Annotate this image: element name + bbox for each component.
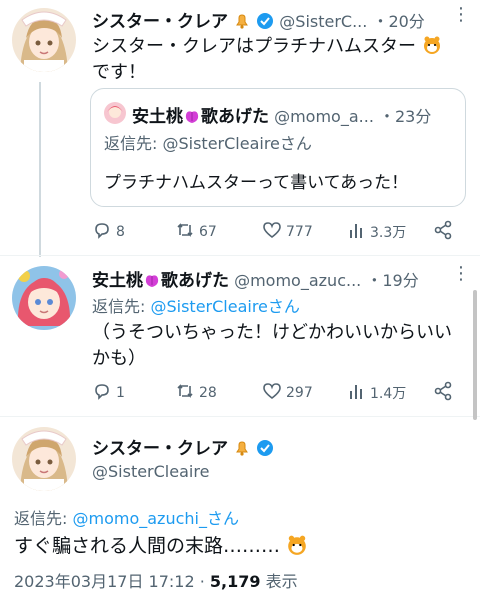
views-icon [348, 381, 370, 405]
quote-handle: @momo_a... [274, 107, 374, 126]
tweet3-timestamp[interactable]: 2023年03月17日 17:12 · [14, 572, 210, 591]
tweet3-meta: 2023年03月17日 17:12 · 5,179 表示 [14, 568, 298, 592]
like-icon [262, 381, 286, 405]
views-count: 3.3万 [370, 225, 407, 241]
thread-line [39, 82, 41, 257]
avatar-sister-claire[interactable] [12, 427, 76, 491]
tweet2-text-line1: （うそついちゃった！けどかわいいからいい [92, 322, 452, 343]
reply-icon [92, 381, 116, 405]
quote-reply-suffix: さん [279, 134, 312, 153]
tweet3-text: すぐ騙される人間の末路……… [14, 531, 308, 558]
peach-emoji-icon [143, 271, 161, 290]
tweet1-header: シスター・クレア @SisterC... ・20分 [92, 7, 425, 32]
tweet2-time[interactable]: ・19分 [366, 271, 418, 290]
tweet2-reply-prefix: 返信先: [92, 297, 151, 316]
quote-time: ・23分 [379, 107, 432, 126]
share-button[interactable] [433, 381, 457, 405]
bell-icon [233, 12, 256, 31]
tweet3-reply-to-link[interactable]: @momo_azuchi_さん [72, 509, 238, 528]
peach-emoji-icon [183, 107, 201, 126]
share-icon [433, 220, 457, 244]
views-button[interactable]: 3.3万 [348, 220, 406, 244]
share-icon [433, 381, 457, 405]
tweet2-handle[interactable]: @momo_azuc... [234, 271, 361, 290]
views-icon [348, 220, 370, 244]
tweet2-header: 安土桃 歌あげた @momo_azuc... ・19分 [92, 266, 419, 291]
divider [0, 416, 480, 417]
tweet1-author-name[interactable]: シスター・クレア [92, 12, 228, 32]
retweet-icon [175, 220, 199, 244]
more-icon[interactable]: ⋮ [452, 4, 471, 25]
views-button[interactable]: 1.4万 [348, 381, 406, 405]
reply-button[interactable]: 8 [92, 220, 125, 244]
verified-badge-icon [256, 12, 279, 31]
tweet2-reply-line: 返信先: @SisterCleaireさん [92, 293, 300, 317]
like-icon [262, 220, 286, 244]
tweet2-author-name-suffix[interactable]: 歌あげた [161, 271, 229, 291]
hamster-emoji-icon [422, 36, 442, 57]
retweet-icon [175, 381, 199, 405]
tweet3-views-label: 表示 [260, 572, 298, 591]
tweet3-author-name[interactable]: シスター・クレア [92, 439, 228, 459]
tweet1-text: シスター・クレアはプラチナハムスター [92, 34, 442, 60]
tweet3-header: シスター・クレア [92, 434, 274, 459]
like-button[interactable]: 777 [262, 220, 313, 244]
tweet2-reply-suffix[interactable]: さん [268, 297, 300, 316]
reply-count: 8 [116, 224, 125, 240]
hamster-emoji-icon [286, 535, 308, 557]
bell-icon [233, 439, 256, 458]
reply-count: 1 [116, 385, 125, 401]
tweet3-reply-line: 返信先: @momo_azuchi_さん [14, 505, 239, 529]
avatar-momo-azuchi[interactable] [12, 266, 76, 330]
tweet2-text-line2: かも） [92, 348, 146, 369]
divider [0, 255, 480, 256]
views-count: 1.4万 [370, 386, 407, 402]
retweet-count: 67 [199, 224, 217, 240]
quote-text: プラチナハムスターって書いてあった！ [104, 173, 409, 193]
reply-button[interactable]: 1 [92, 381, 125, 405]
quote-author-name-suffix: 歌あげた [201, 107, 269, 127]
more-icon[interactable]: ⋮ [452, 263, 471, 284]
quote-reply-to: @SisterCleaire [162, 134, 280, 153]
tweet3-views-count: 5,179 [209, 572, 261, 591]
quote-reply-prefix: 返信先: [104, 134, 163, 153]
retweet-button[interactable]: 28 [175, 381, 217, 405]
tweet1-time[interactable]: ・20分 [372, 12, 424, 31]
like-button[interactable]: 297 [262, 381, 313, 405]
reply-icon [92, 220, 116, 244]
scrollbar[interactable] [473, 290, 477, 420]
tweet2-author-name[interactable]: 安土桃 [92, 271, 143, 291]
quoted-avatar [104, 102, 126, 124]
like-count: 297 [286, 385, 313, 401]
avatar-sister-claire[interactable] [12, 8, 76, 72]
tweet2-reply-to-link[interactable]: @SisterCleaire [150, 297, 267, 316]
tweet1-text-line2: です！ [92, 62, 146, 83]
tweet3-reply-prefix: 返信先: [14, 509, 73, 528]
quote-author-name: 安土桃 [132, 107, 183, 127]
share-button[interactable] [433, 220, 457, 244]
quote-reply-line: 返信先: @SisterCleaireさん [104, 130, 312, 154]
retweet-button[interactable]: 67 [175, 220, 217, 244]
tweet1-text-line1: シスター・クレアはプラチナハムスター [92, 36, 416, 57]
retweet-count: 28 [199, 385, 217, 401]
verified-badge-icon [256, 439, 274, 458]
like-count: 777 [286, 224, 313, 240]
tweet3-text-content: すぐ騙される人間の末路……… [14, 535, 281, 557]
tweet3-handle[interactable]: @SisterCleaire [92, 462, 209, 481]
quote-header: 安土桃 歌あげた @momo_a... ・23分 [132, 102, 431, 127]
tweet1-handle[interactable]: @SisterC... [279, 12, 367, 31]
